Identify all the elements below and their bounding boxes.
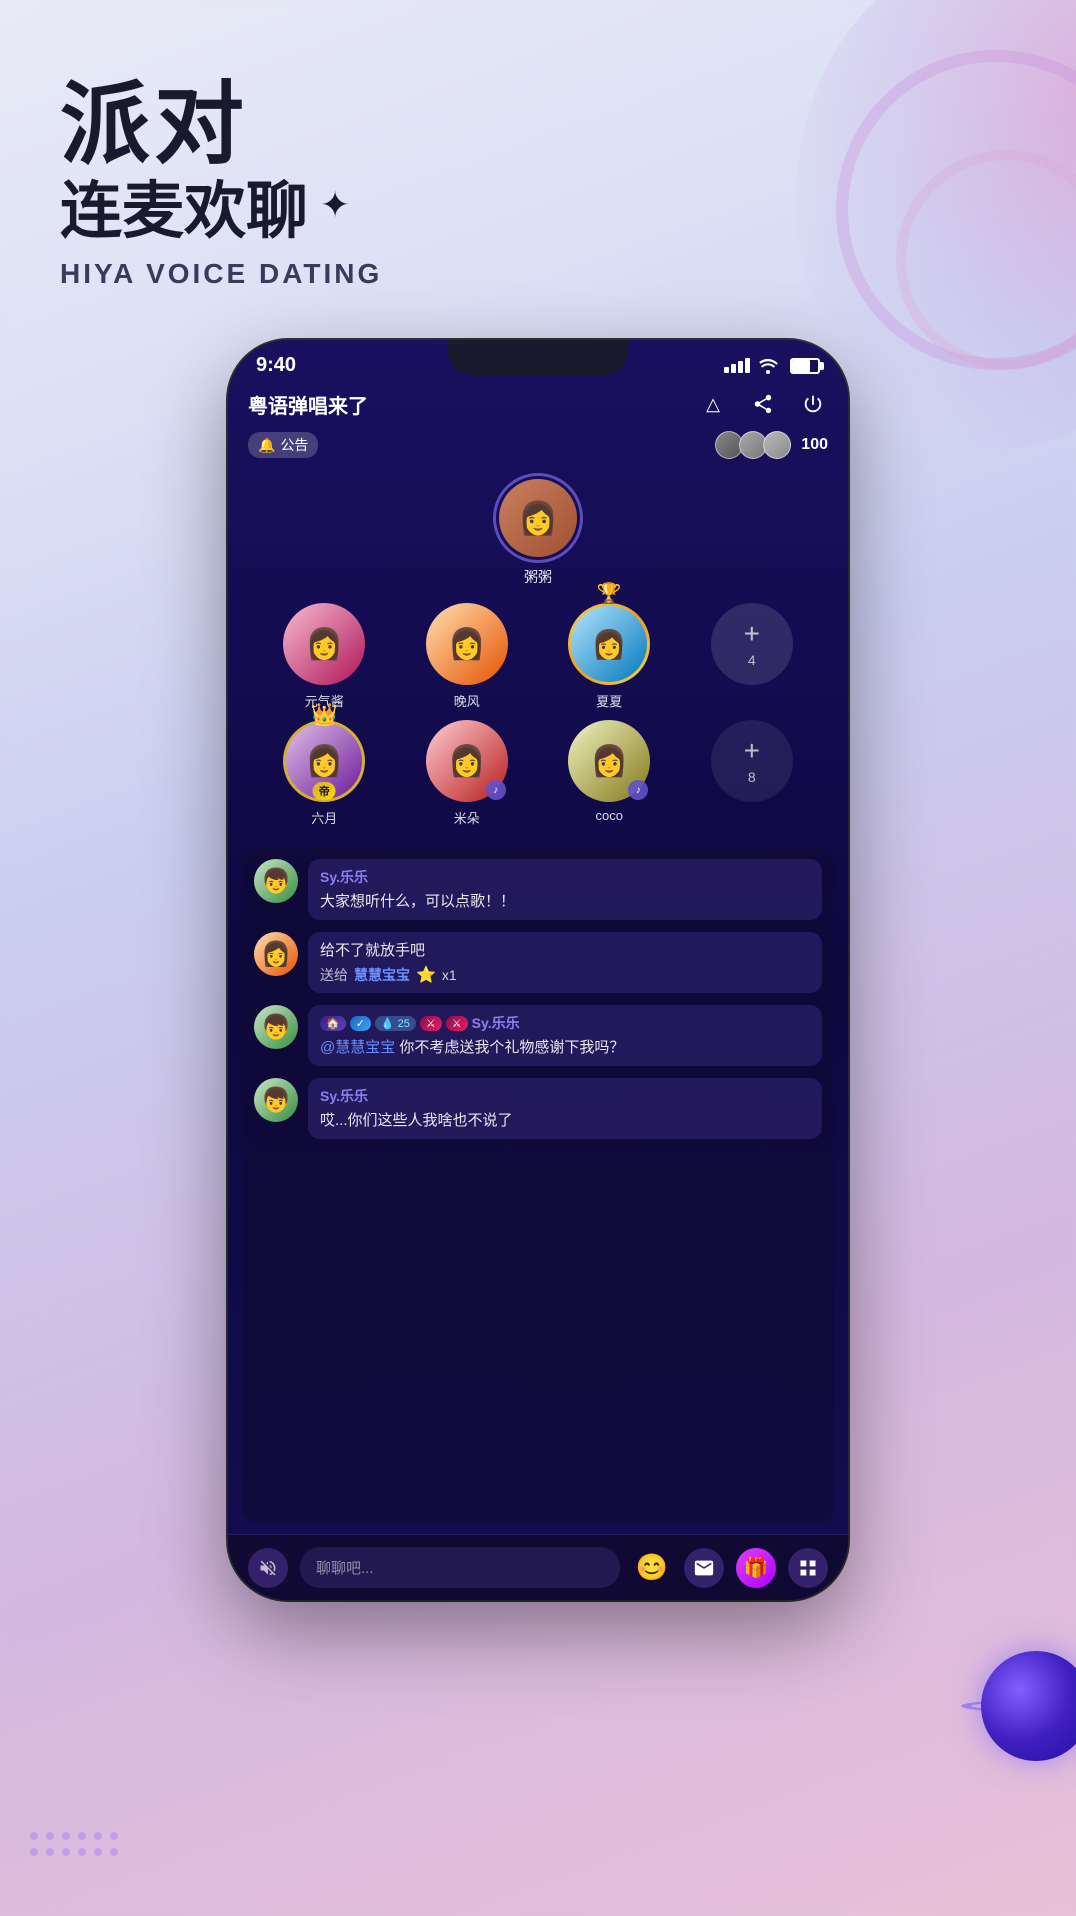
power-button[interactable] xyxy=(798,389,828,419)
add-slot-1[interactable]: + 4 xyxy=(711,603,793,685)
status-time: 9:40 xyxy=(256,354,296,377)
host-avatar-ring: 👩 xyxy=(493,473,583,563)
mic-slot-8[interactable]: + 8 xyxy=(686,720,819,827)
chat-bubble-gift: 给不了就放手吧 送给 慧慧宝宝 ⭐ x1 xyxy=(308,932,822,993)
bell-icon: 🔔 xyxy=(258,437,275,454)
gift-button[interactable]: 🎁 xyxy=(736,1548,776,1588)
mic-label-3: 夏夏 xyxy=(596,691,622,710)
mic-label-2: 晚风 xyxy=(454,691,480,710)
mic-label-6: 米朵 xyxy=(454,808,480,827)
viewer-count: 100 xyxy=(801,436,828,454)
chat-text-3: 哎...你们这些人我啥也不说了 xyxy=(320,1110,810,1131)
grid-button[interactable] xyxy=(788,1548,828,1588)
chat-bubble-1: Sy.乐乐 大家想听什么，可以点歌！！ xyxy=(308,859,822,920)
chat-message-2: 👦 🏠 ✓ 💧 25 ⚔ ⚔ Sy.乐乐 @慧慧宝宝 你不考虑送我个礼物感谢下我… xyxy=(254,1005,822,1066)
add-slot-2[interactable]: + 8 xyxy=(711,720,793,802)
phone-notch xyxy=(448,340,628,375)
chat-message-gift: 👩 给不了就放手吧 送给 慧慧宝宝 ⭐ x1 xyxy=(254,932,822,993)
badge-row: 🏠 ✓ 💧 25 ⚔ ⚔ Sy.乐乐 xyxy=(320,1013,810,1033)
mic-grid: 👩 元气酱 👩 晚风 xyxy=(248,603,828,827)
mic-slot-7: 👩 ♪ coco xyxy=(543,720,676,827)
emoji-button[interactable]: 😊 xyxy=(632,1548,672,1588)
mic-slot-6: 👩 ♪ 米朵 xyxy=(401,720,534,827)
signal-icon xyxy=(724,358,750,373)
room-header: 粤语弹唱来了 △ xyxy=(228,377,848,427)
chat-bubble-2: 🏠 ✓ 💧 25 ⚔ ⚔ Sy.乐乐 @慧慧宝宝 你不考虑送我个礼物感谢下我吗？ xyxy=(308,1005,822,1066)
chat-bubble-3: Sy.乐乐 哎...你们这些人我啥也不说了 xyxy=(308,1078,822,1139)
mic-slot-2: 👩 晚风 xyxy=(401,603,534,710)
bottom-nav: 聊聊吧... 😊 🎁 xyxy=(228,1534,848,1600)
chat-username-1: Sy.乐乐 xyxy=(320,867,810,887)
emperor-badge: 帝 xyxy=(313,782,336,800)
room-title: 粤语弹唱来了 xyxy=(248,390,368,419)
chat-message-1: 👦 Sy.乐乐 大家想听什么，可以点歌！！ xyxy=(254,859,822,920)
badge-home: 🏠 xyxy=(320,1016,346,1031)
mic-avatar-2: 👩 xyxy=(426,603,508,685)
chat-text-2: @慧慧宝宝 你不考虑送我个礼物感谢下我吗？ xyxy=(320,1037,810,1058)
badge-25: 💧 25 xyxy=(375,1016,416,1031)
mic-slot-4[interactable]: + 4 xyxy=(686,603,819,710)
badge-check: ✓ xyxy=(350,1016,371,1031)
music-badge-2: ♪ xyxy=(628,780,648,800)
header-english-text: HIYA VOICE DATING xyxy=(60,258,382,290)
header-sub-title: 连麦欢聊 xyxy=(60,160,308,250)
mic-avatar-3: 👩 xyxy=(568,603,650,685)
chat-message-3: 👦 Sy.乐乐 哎...你们这些人我啥也不说了 xyxy=(254,1078,822,1139)
share-button[interactable] xyxy=(748,389,778,419)
mic-label-5: 六月 xyxy=(311,808,337,827)
battery-icon xyxy=(790,358,820,374)
mute-button[interactable] xyxy=(248,1548,288,1588)
sparkle-icon: ✦ xyxy=(320,184,350,226)
chat-text-1: 大家想听什么，可以点歌！！ xyxy=(320,891,810,912)
wifi-icon xyxy=(758,358,778,374)
chat-avatar-1: 👦 xyxy=(254,859,298,903)
badge-sword2: ⚔ xyxy=(446,1016,468,1031)
report-button[interactable]: △ xyxy=(698,389,728,419)
gift-count: x1 xyxy=(442,967,457,983)
announcement-bar: 🔔 公告 100 xyxy=(228,427,848,463)
chat-input[interactable]: 聊聊吧... xyxy=(300,1547,620,1588)
planet-sphere xyxy=(981,1651,1076,1761)
planet-decoration xyxy=(966,1636,1076,1776)
host-slot: 👩 粥粥 xyxy=(488,473,588,587)
mic-label-7: coco xyxy=(596,808,623,823)
chat-avatar-2: 👦 xyxy=(254,1005,298,1049)
chat-avatar-gift: 👩 xyxy=(254,932,298,976)
host-avatar: 👩 xyxy=(499,479,577,557)
chat-username-2: Sy.乐乐 xyxy=(472,1013,520,1033)
mic-slot-1: 👩 元气酱 xyxy=(258,603,391,710)
bottom-dots-decoration xyxy=(30,1832,118,1856)
crown-icon: 👑 xyxy=(311,702,338,728)
phone-screen: 9:40 粤语弹唱来了 △ xyxy=(228,340,848,1600)
mic-avatar-6: 👩 ♪ xyxy=(426,720,508,802)
viewers-area: 100 xyxy=(715,431,828,459)
status-icons xyxy=(724,358,820,374)
host-label: 粥粥 xyxy=(524,567,552,587)
header-main-title: 派对 xyxy=(60,80,382,170)
header-area: 派对 连麦欢聊 ✦ HIYA VOICE DATING xyxy=(60,80,382,290)
announcement-badge: 🔔 公告 xyxy=(248,432,318,458)
badge-sword1: ⚔ xyxy=(420,1016,442,1031)
mic-avatar-1: 👩 xyxy=(283,603,365,685)
announcement-label: 公告 xyxy=(280,435,308,455)
phone-frame: 9:40 粤语弹唱来了 △ xyxy=(228,340,848,1600)
envelope-button[interactable] xyxy=(684,1548,724,1588)
mic-slot-5: 👑 👩 帝 六月 xyxy=(258,720,391,827)
mic-avatar-5: 👑 👩 帝 xyxy=(283,720,365,802)
room-actions: △ xyxy=(698,389,828,419)
chat-avatar-3: 👦 xyxy=(254,1078,298,1122)
chat-username-3: Sy.乐乐 xyxy=(320,1086,810,1106)
stage-area: 👩 粥粥 👩 元气酱 xyxy=(228,463,848,837)
mic-avatar-7: 👩 ♪ xyxy=(568,720,650,802)
gift-send-text: 送给 xyxy=(320,965,348,985)
chat-text-gift: 给不了就放手吧 xyxy=(320,940,810,961)
gift-star-icon: ⭐ xyxy=(416,965,436,985)
music-badge-1: ♪ xyxy=(486,780,506,800)
mic-slot-3: 👩 夏夏 xyxy=(543,603,676,710)
gift-recipient: 慧慧宝宝 xyxy=(354,965,410,985)
chat-area: 👦 Sy.乐乐 大家想听什么，可以点歌！！ 👩 给不了就放手吧 送给 慧慧宝宝 xyxy=(242,847,834,1524)
viewer-avatar-3 xyxy=(763,431,791,459)
